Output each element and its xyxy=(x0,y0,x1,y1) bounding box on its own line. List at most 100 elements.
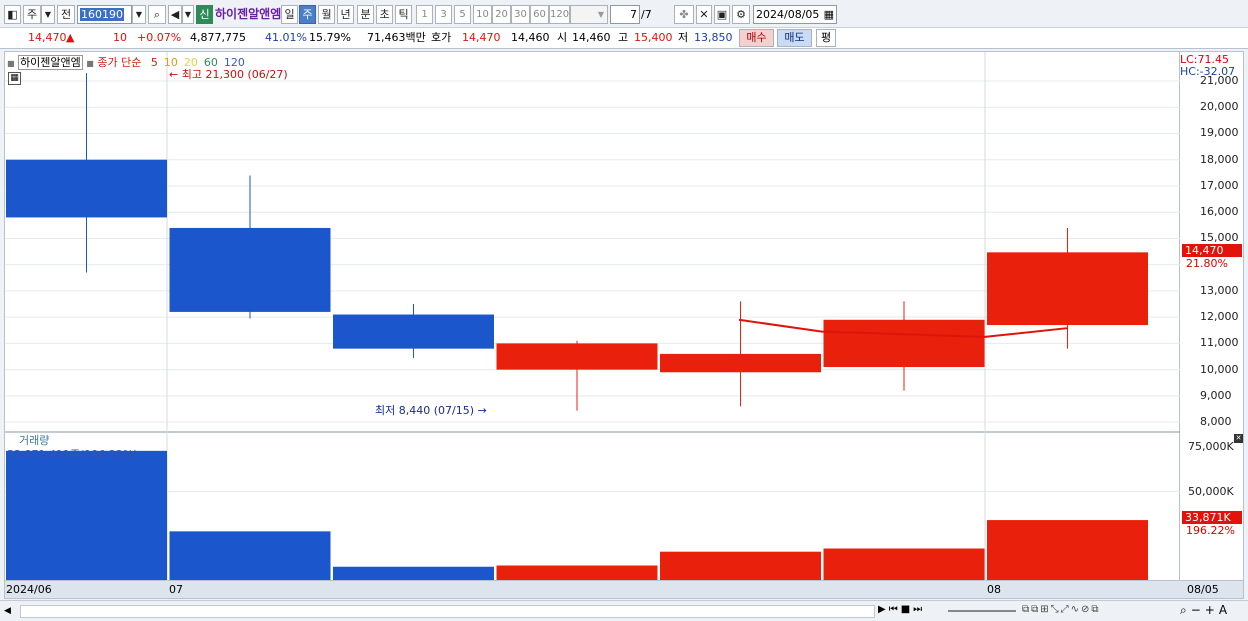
candle-body xyxy=(660,353,821,373)
tab-period-1[interactable]: 주 xyxy=(299,5,316,24)
interval-button-5[interactable]: 5 xyxy=(454,5,471,24)
chart-window: ◧ 주 ▼ 전 160190 ▼ ⌕ ◀ ▼ 신 하이젠알앤엠 일주월년분초틱 … xyxy=(0,0,1248,621)
sell-button[interactable]: 매도 xyxy=(777,29,812,47)
bid-1: 14,470 xyxy=(462,31,501,44)
price-tick: 21,000 xyxy=(1200,73,1239,87)
interval-button-3[interactable]: 3 xyxy=(435,5,452,24)
candle-body xyxy=(169,227,331,312)
price-tick: 12,000 xyxy=(1200,310,1239,324)
prev-button[interactable]: 전 xyxy=(57,5,75,24)
low-label: 저 xyxy=(678,31,689,44)
high-value: 15,400 xyxy=(634,31,673,44)
pin-icon[interactable]: ✤ xyxy=(674,5,694,24)
price-tick: 17,000 xyxy=(1200,178,1239,192)
playback-controls[interactable]: ▶⏮■⏭ xyxy=(878,604,925,615)
interval-button-30[interactable]: 30 xyxy=(511,5,530,24)
date-value: 2024/08/05 xyxy=(756,8,820,21)
code-value: 160190 xyxy=(80,8,124,21)
window-icon[interactable]: ◧ xyxy=(4,5,21,24)
price-tick: 8,000 xyxy=(1200,415,1232,429)
price-tick: 9,000 xyxy=(1200,388,1232,402)
avg-button[interactable]: 평 xyxy=(816,29,836,47)
price-tick: 11,000 xyxy=(1200,336,1239,350)
legend-ma-label[interactable]: 종가 단순 xyxy=(97,56,141,69)
low-annotation: 최저 8,440 (07/15) → xyxy=(375,404,487,417)
bid-label: 호가 xyxy=(431,31,452,44)
current-price: 14,470 xyxy=(28,31,67,44)
price-tick: 13,000 xyxy=(1200,283,1239,297)
volume-bar xyxy=(333,566,494,580)
legend-stock-name[interactable]: 하이젠알앤엠 xyxy=(18,55,83,70)
open-label: 시 xyxy=(557,31,568,44)
date-axis: 2024/06 07 08 08/05 xyxy=(4,581,1244,599)
price-tick: 10,000 xyxy=(1200,362,1239,376)
calendar-icon[interactable]: ▦ xyxy=(824,6,834,23)
buy-button[interactable]: 매수 xyxy=(739,29,774,47)
price-tick: 18,000 xyxy=(1200,152,1239,166)
x-label-0: 2024/06 xyxy=(6,583,52,596)
chevron-down-icon[interactable]: ▼ xyxy=(132,5,146,24)
week-select[interactable]: 주 xyxy=(23,5,41,24)
drawing-tools[interactable]: ⧉⧉⊞⤡⤢∿⊘⧉ xyxy=(1022,604,1101,615)
date-input[interactable]: 2024/08/05 ▦ xyxy=(753,5,837,24)
legend-ma-5[interactable]: 5 xyxy=(151,56,158,69)
calculator-icon[interactable]: ▦ xyxy=(8,72,21,85)
zoom-controls[interactable]: ⌕−+A xyxy=(1180,603,1231,618)
chart-plot[interactable]: ■ 하이젠알앤엠 ■ 종가 단순 5 10 20 60 120 ▦ ← 최고 21,30… xyxy=(4,51,1181,582)
price-tick: 15,000 xyxy=(1200,231,1239,245)
candle-body xyxy=(333,314,494,349)
ratio-1: 41.01% xyxy=(265,31,307,44)
code-input[interactable]: 160190 xyxy=(77,5,132,24)
chevron-down-icon[interactable]: ▼ xyxy=(182,5,194,24)
speaker-icon[interactable]: ◀ xyxy=(168,5,182,24)
zoom-slider[interactable] xyxy=(948,610,1016,612)
bid-2: 14,460 xyxy=(511,31,550,44)
volume-marker: 33,871K xyxy=(1182,511,1242,524)
change-value: 10 xyxy=(113,31,127,44)
tool-icon[interactable]: ✕ xyxy=(696,5,712,24)
save-icon[interactable]: ▣ xyxy=(714,5,730,24)
page-total: /7 xyxy=(641,8,652,21)
price-tick: 19,000 xyxy=(1200,126,1239,140)
close-icon[interactable]: ✕ xyxy=(1234,434,1243,443)
interval-button-120[interactable]: 120 xyxy=(549,5,570,24)
page-input[interactable]: 7 xyxy=(610,5,640,24)
volume-value: 4,877,775 xyxy=(190,31,246,44)
price-marker-pct: 21.80% xyxy=(1186,257,1228,270)
x-label-last: 08/05 xyxy=(1187,583,1219,596)
bottom-bar: ◀ ▶⏮■⏭ ⧉⧉⊞⤡⤢∿⊘⧉ ⌕−+A xyxy=(0,600,1248,621)
scrollbar-track[interactable] xyxy=(20,605,875,618)
interval-button-1[interactable]: 1 xyxy=(416,5,433,24)
tab-period-3[interactable]: 년 xyxy=(337,5,354,24)
tab-period-0[interactable]: 일 xyxy=(281,5,298,24)
tab-period-5[interactable]: 초 xyxy=(376,5,393,24)
stock-name: 하이젠알앤엠 xyxy=(215,7,282,21)
toolbar: ◧ 주 ▼ 전 160190 ▼ ⌕ ◀ ▼ 신 하이젠알앤엠 일주월년분초틱 … xyxy=(0,0,1248,28)
search-icon[interactable]: ⌕ xyxy=(148,5,166,24)
chevron-down-icon[interactable]: ▼ xyxy=(41,5,55,24)
new-badge: 신 xyxy=(196,5,213,24)
interval-button-20[interactable]: 20 xyxy=(492,5,511,24)
interval-select[interactable]: ▼ xyxy=(570,5,608,24)
chart-svg[interactable] xyxy=(5,52,1181,582)
interval-button-10[interactable]: 10 xyxy=(473,5,492,24)
interval-button-60[interactable]: 60 xyxy=(530,5,549,24)
tab-period-2[interactable]: 월 xyxy=(318,5,335,24)
low-note: 최저 8,440 (07/15) xyxy=(375,404,475,417)
price-axis[interactable]: LC:71.45 HC:-32.07 21,000 20,000 19,000 18,… xyxy=(1180,51,1244,581)
volume-bar xyxy=(6,450,167,580)
volume-bar xyxy=(823,548,985,580)
volume-note: 33,871,411주(196.22%) xyxy=(7,448,138,461)
scroll-left-icon[interactable]: ◀ xyxy=(4,604,17,618)
gear-icon[interactable]: ⚙ xyxy=(732,5,750,24)
open-value: 14,460 xyxy=(572,31,611,44)
tab-period-4[interactable]: 분 xyxy=(357,5,374,24)
trade-amount: 71,463백만 xyxy=(367,31,426,44)
high-label: 고 xyxy=(618,31,629,44)
high-annotation: ← 최고 21,300 (06/27) xyxy=(169,68,288,81)
up-arrow-icon: ▲ xyxy=(66,31,75,44)
volume-bar xyxy=(169,531,331,580)
high-note: 최고 21,300 (06/27) xyxy=(181,68,288,81)
tab-period-6[interactable]: 틱 xyxy=(395,5,412,24)
price-tick: 16,000 xyxy=(1200,205,1239,219)
